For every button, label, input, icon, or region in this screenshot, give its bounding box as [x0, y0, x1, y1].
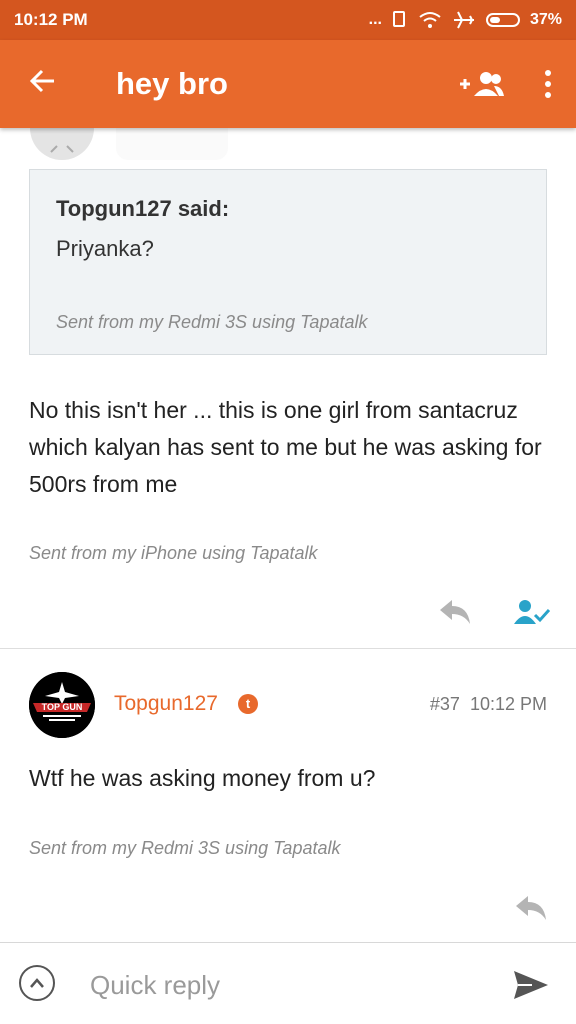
thanks-button[interactable]	[514, 598, 551, 631]
quote-block: Topgun127 said: Priyanka? Sent from my R…	[29, 169, 547, 355]
status-dots: ...	[368, 11, 382, 28]
add-people-button[interactable]	[456, 68, 504, 100]
status-bar: 10:12 PM ... 37%	[0, 0, 576, 40]
post-username[interactable]: Topgun127	[114, 692, 218, 716]
add-people-icon	[460, 72, 504, 96]
post-signature: Sent from my Redmi 3S using Tapatalk	[29, 838, 341, 858]
quick-reply-input[interactable]	[90, 965, 480, 1005]
more-options-button[interactable]	[538, 70, 558, 98]
more-vert-icon	[545, 70, 551, 76]
post-number: #37	[429, 694, 460, 714]
status-time: 10:12 PM	[14, 10, 88, 29]
svg-text:TOP GUN: TOP GUN	[42, 702, 83, 712]
quick-reply-bar	[0, 942, 576, 1024]
reply-icon	[440, 600, 470, 624]
wifi-icon	[419, 12, 441, 28]
post-body: No this isn't her ... this is one girl f…	[29, 397, 542, 497]
status-icons: ... 37%	[369, 10, 562, 30]
post-body: Wtf he was asking money from u?	[29, 765, 376, 791]
quote-text: Priyanka?	[56, 236, 154, 261]
reply-icon	[516, 896, 546, 920]
topgun-logo-icon: TOP GUN	[29, 672, 95, 738]
post-signature: Sent from my iPhone using Tapatalk	[29, 543, 318, 563]
battery-percent: 37%	[529, 11, 562, 28]
screen-rotate-icon	[392, 11, 405, 27]
reply-button[interactable]	[514, 894, 548, 927]
avatar[interactable]: TOP GUN	[29, 672, 95, 738]
person-check-icon	[514, 600, 551, 624]
back-button[interactable]	[18, 66, 68, 102]
reply-button[interactable]	[438, 598, 472, 631]
battery-icon	[485, 13, 520, 27]
arrow-left-icon	[29, 69, 54, 93]
post-meta: #37 10:12 PM	[430, 694, 547, 715]
chevron-icon	[50, 145, 74, 153]
chevron-up-icon	[30, 978, 44, 988]
post-divider	[0, 648, 576, 649]
send-icon	[514, 971, 548, 999]
expand-reply-button[interactable]	[19, 965, 55, 1001]
post-time: 10:12 PM	[469, 694, 547, 714]
quote-author: Topgun127 said:	[56, 196, 230, 221]
airplane-icon	[453, 11, 474, 29]
app-bar: hey bro	[0, 40, 576, 128]
quote-signature: Sent from my Redmi 3S using Tapatalk	[56, 312, 368, 332]
thread-title: hey bro	[116, 66, 228, 101]
send-button[interactable]	[512, 969, 550, 1006]
tapatalk-badge: t	[238, 694, 258, 714]
